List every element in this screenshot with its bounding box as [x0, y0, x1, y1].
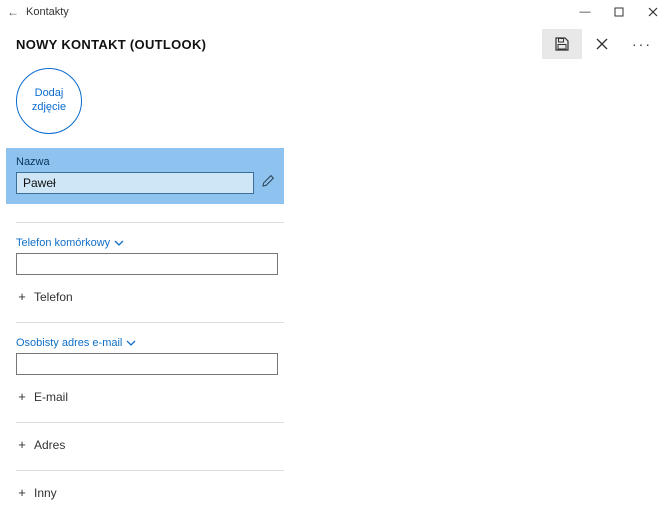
plus-icon: +: [16, 485, 28, 500]
title-bar: ← Kontakty —: [0, 0, 670, 24]
more-button[interactable]: ···: [622, 29, 662, 59]
chevron-down-icon: [114, 238, 124, 248]
add-other-button[interactable]: + Inny: [16, 485, 284, 500]
page-title: NOWY KONTAKT (OUTLOOK): [16, 37, 206, 52]
phone-section: Telefon komórkowy + Telefon: [16, 237, 284, 304]
close-window-button[interactable]: [636, 0, 670, 24]
add-other-label: Inny: [34, 486, 57, 500]
plus-icon: +: [16, 289, 28, 304]
window-controls: —: [568, 0, 670, 24]
square-icon: [614, 7, 624, 17]
add-photo-button[interactable]: Dodaj zdjęcie: [16, 68, 82, 134]
cancel-button[interactable]: [582, 29, 622, 59]
save-button[interactable]: [542, 29, 582, 59]
email-type-dropdown[interactable]: Osobisty adres e-mail: [16, 337, 284, 349]
save-icon: [554, 36, 570, 52]
phone-type-label: Telefon komórkowy: [16, 237, 110, 249]
email-section: Osobisty adres e-mail + E-mail: [16, 337, 284, 404]
name-label: Nazwa: [16, 156, 274, 168]
other-section: + Inny: [16, 485, 284, 500]
divider: [16, 222, 284, 223]
phone-input[interactable]: [16, 253, 278, 275]
pencil-icon: [262, 174, 275, 187]
minimize-button[interactable]: —: [568, 0, 602, 24]
phone-type-dropdown[interactable]: Telefon komórkowy: [16, 237, 284, 249]
add-address-button[interactable]: + Adres: [16, 437, 284, 452]
email-input[interactable]: [16, 353, 278, 375]
back-button[interactable]: ←: [6, 5, 20, 19]
edit-name-button[interactable]: [262, 174, 275, 192]
divider: [16, 322, 284, 323]
add-email-button[interactable]: + E-mail: [16, 389, 284, 404]
divider: [16, 422, 284, 423]
plus-icon: +: [16, 389, 28, 404]
maximize-button[interactable]: [602, 0, 636, 24]
close-icon: [648, 7, 658, 17]
app-title: Kontakty: [20, 6, 69, 18]
add-email-label: E-mail: [34, 390, 68, 404]
content-area: Dodaj zdjęcie Nazwa Telefon komórkowy + …: [0, 64, 670, 500]
chevron-down-icon: [126, 338, 136, 348]
page-header: NOWY KONTAKT (OUTLOOK) ···: [0, 24, 670, 64]
add-phone-button[interactable]: + Telefon: [16, 289, 284, 304]
add-photo-label: Dodaj zdjęcie: [17, 87, 81, 115]
divider: [16, 470, 284, 471]
add-phone-label: Telefon: [34, 290, 73, 304]
name-input[interactable]: [16, 172, 254, 194]
address-section: + Adres: [16, 437, 284, 452]
plus-icon: +: [16, 437, 28, 452]
close-icon: [595, 37, 609, 51]
name-section: Nazwa: [6, 148, 284, 204]
email-type-label: Osobisty adres e-mail: [16, 337, 122, 349]
add-address-label: Adres: [34, 438, 65, 452]
